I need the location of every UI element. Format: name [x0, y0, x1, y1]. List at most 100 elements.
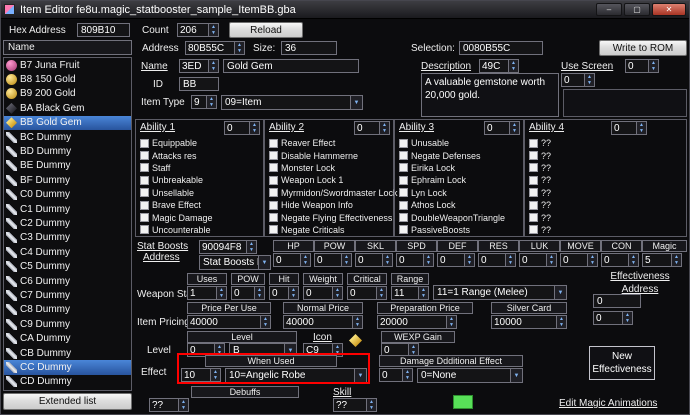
- spin-down-icon[interactable]: ▼: [367, 405, 376, 411]
- checkbox[interactable]: [269, 188, 278, 197]
- spinner-arrows[interactable]: ▲▼: [636, 122, 646, 134]
- name-input[interactable]: Gold Gem: [223, 59, 359, 73]
- list-item[interactable]: BA Black Gem: [4, 101, 131, 115]
- checkbox[interactable]: [269, 201, 278, 210]
- weapon-value-spinner[interactable]: 0▲▼: [303, 286, 343, 300]
- checkbox[interactable]: [269, 151, 278, 160]
- spinner-arrows[interactable]: ▲▼: [332, 287, 342, 299]
- stat-boosts-address-spinner[interactable]: 90094F8▲▼: [199, 240, 257, 254]
- checkbox[interactable]: [399, 176, 408, 185]
- stat-value-spinner[interactable]: 0▲▼: [601, 253, 639, 267]
- spinner-arrows[interactable]: ▲▼: [216, 287, 226, 299]
- spin-down-icon[interactable]: ▼: [235, 48, 244, 54]
- chevron-down-icon[interactable]: ▼: [510, 369, 522, 382]
- list-item[interactable]: C2 Dummy: [4, 216, 131, 230]
- address-spinner[interactable]: 80B55C ▲▼: [185, 41, 245, 55]
- ability-check-row[interactable]: DoubleWeaponTriangle: [399, 211, 522, 223]
- stat-value-spinner[interactable]: 0▲▼: [560, 253, 598, 267]
- spinner-arrows[interactable]: ▲▼: [260, 316, 270, 328]
- spin-down-icon[interactable]: ▼: [207, 102, 216, 108]
- list-item[interactable]: B7 Juna Fruit: [4, 58, 131, 72]
- checkbox[interactable]: [399, 201, 408, 210]
- ability-check-row[interactable]: Unbreakable: [140, 174, 262, 186]
- ability-2-link[interactable]: Ability 2: [269, 122, 304, 133]
- stat-value-spinner[interactable]: 0▲▼: [437, 253, 475, 267]
- spin-down-icon[interactable]: ▼: [424, 260, 433, 266]
- hex-address-field[interactable]: 809B10: [77, 23, 130, 37]
- checkbox[interactable]: [140, 176, 149, 185]
- list-item[interactable]: BF Dummy: [4, 173, 131, 187]
- spin-down-icon[interactable]: ▼: [506, 260, 515, 266]
- ability-check-row[interactable]: ??: [529, 224, 685, 236]
- ability-check-row[interactable]: Brave Effect: [140, 199, 262, 211]
- checkbox[interactable]: [399, 188, 408, 197]
- price-spinner[interactable]: 40000▲▼: [283, 315, 363, 329]
- weapon-value-spinner[interactable]: 0▲▼: [347, 286, 387, 300]
- ability-check-row[interactable]: Reaver Effect: [269, 137, 392, 149]
- list-item[interactable]: B9 200 Gold: [4, 87, 131, 101]
- chevron-down-icon[interactable]: ▼: [354, 369, 366, 382]
- ability-check-row[interactable]: Weapon Lock 1: [269, 174, 392, 186]
- spin-down-icon[interactable]: ▼: [509, 66, 518, 72]
- checkbox[interactable]: [529, 201, 538, 210]
- spin-down-icon[interactable]: ▼: [179, 405, 188, 411]
- spin-down-icon[interactable]: ▼: [672, 260, 681, 266]
- stat-boosts-dropdown[interactable]: Stat Boosts P...▼: [199, 255, 271, 270]
- ability-check-row[interactable]: Equippable: [140, 137, 262, 149]
- effectiveness-field[interactable]: 0: [593, 294, 641, 308]
- ability-check-row[interactable]: Eirika Lock: [399, 162, 522, 174]
- spinner-arrows[interactable]: ▲▼: [178, 399, 188, 411]
- spin-down-icon[interactable]: ▼: [333, 293, 342, 299]
- count-spinner[interactable]: 206 ▲▼: [177, 23, 219, 37]
- spinner-arrows[interactable]: ▲▼: [584, 74, 594, 86]
- price-spinner[interactable]: 40000▲▼: [187, 315, 271, 329]
- spinner-arrows[interactable]: ▲▼: [671, 254, 681, 266]
- spin-down-icon[interactable]: ▼: [261, 322, 270, 328]
- list-item[interactable]: CC Dummy: [4, 360, 131, 374]
- maximize-button[interactable]: ▢: [624, 3, 650, 16]
- spin-down-icon[interactable]: ▼: [637, 128, 646, 134]
- close-button[interactable]: ✕: [652, 3, 686, 16]
- ability-check-row[interactable]: ??: [529, 174, 685, 186]
- ability-4-link[interactable]: Ability 4: [529, 122, 564, 133]
- ability-check-row[interactable]: Staff: [140, 162, 262, 174]
- checkbox[interactable]: [399, 151, 408, 160]
- description-textarea[interactable]: A valuable gemstone worth 20,000 gold.: [421, 73, 559, 117]
- stat-value-spinner[interactable]: 0▲▼: [478, 253, 516, 267]
- spinner-arrows[interactable]: ▲▼: [648, 60, 658, 72]
- use-screen-spinner[interactable]: 0▲▼: [561, 73, 595, 87]
- spin-down-icon[interactable]: ▼: [447, 322, 456, 328]
- stat-boosts-address-link[interactable]: Stat Boosts: [137, 241, 188, 252]
- checkbox[interactable]: [529, 176, 538, 185]
- chevron-down-icon[interactable]: ▼: [350, 96, 362, 109]
- debuffs-spinner[interactable]: ??▲▼: [149, 398, 189, 412]
- checkbox[interactable]: [269, 163, 278, 172]
- ability-check-row[interactable]: Unsellable: [140, 187, 262, 199]
- checkbox[interactable]: [529, 163, 538, 172]
- ability-check-row[interactable]: Uncounterable: [140, 224, 262, 236]
- stat-value-spinner[interactable]: 0▲▼: [396, 253, 434, 267]
- checkbox[interactable]: [269, 225, 278, 234]
- spinner-arrows[interactable]: ▲▼: [254, 287, 264, 299]
- checkbox[interactable]: [269, 213, 278, 222]
- checkbox[interactable]: [140, 188, 149, 197]
- name-id-spinner[interactable]: 3ED▲▼: [179, 59, 219, 73]
- ability-check-row[interactable]: Negate Defenses: [399, 149, 522, 161]
- spin-down-icon[interactable]: ▼: [211, 375, 220, 381]
- list-item[interactable]: C6 Dummy: [4, 274, 131, 288]
- price-spinner[interactable]: 10000▲▼: [491, 315, 567, 329]
- when-used-spinner[interactable]: 10▲▼: [181, 368, 221, 382]
- extended-list-button[interactable]: Extended list: [3, 393, 132, 410]
- description-link[interactable]: Description: [421, 61, 471, 72]
- item-type-dropdown[interactable]: 09=Item▼: [221, 95, 363, 110]
- spin-down-icon[interactable]: ▼: [510, 128, 519, 134]
- ability-check-row[interactable]: Athos Lock: [399, 199, 522, 211]
- weapon-value-spinner[interactable]: 11▲▼: [391, 286, 429, 300]
- weapon-value-spinner[interactable]: 1▲▼: [187, 286, 227, 300]
- icon-link[interactable]: Icon: [313, 332, 332, 343]
- spin-down-icon[interactable]: ▼: [629, 260, 638, 266]
- range-dropdown[interactable]: 11=1 Range (Melee)▼: [433, 285, 567, 300]
- spinner-arrows[interactable]: ▲▼: [249, 122, 259, 134]
- spin-down-icon[interactable]: ▼: [209, 30, 218, 36]
- write-to-rom-button[interactable]: Write to ROM: [599, 40, 687, 56]
